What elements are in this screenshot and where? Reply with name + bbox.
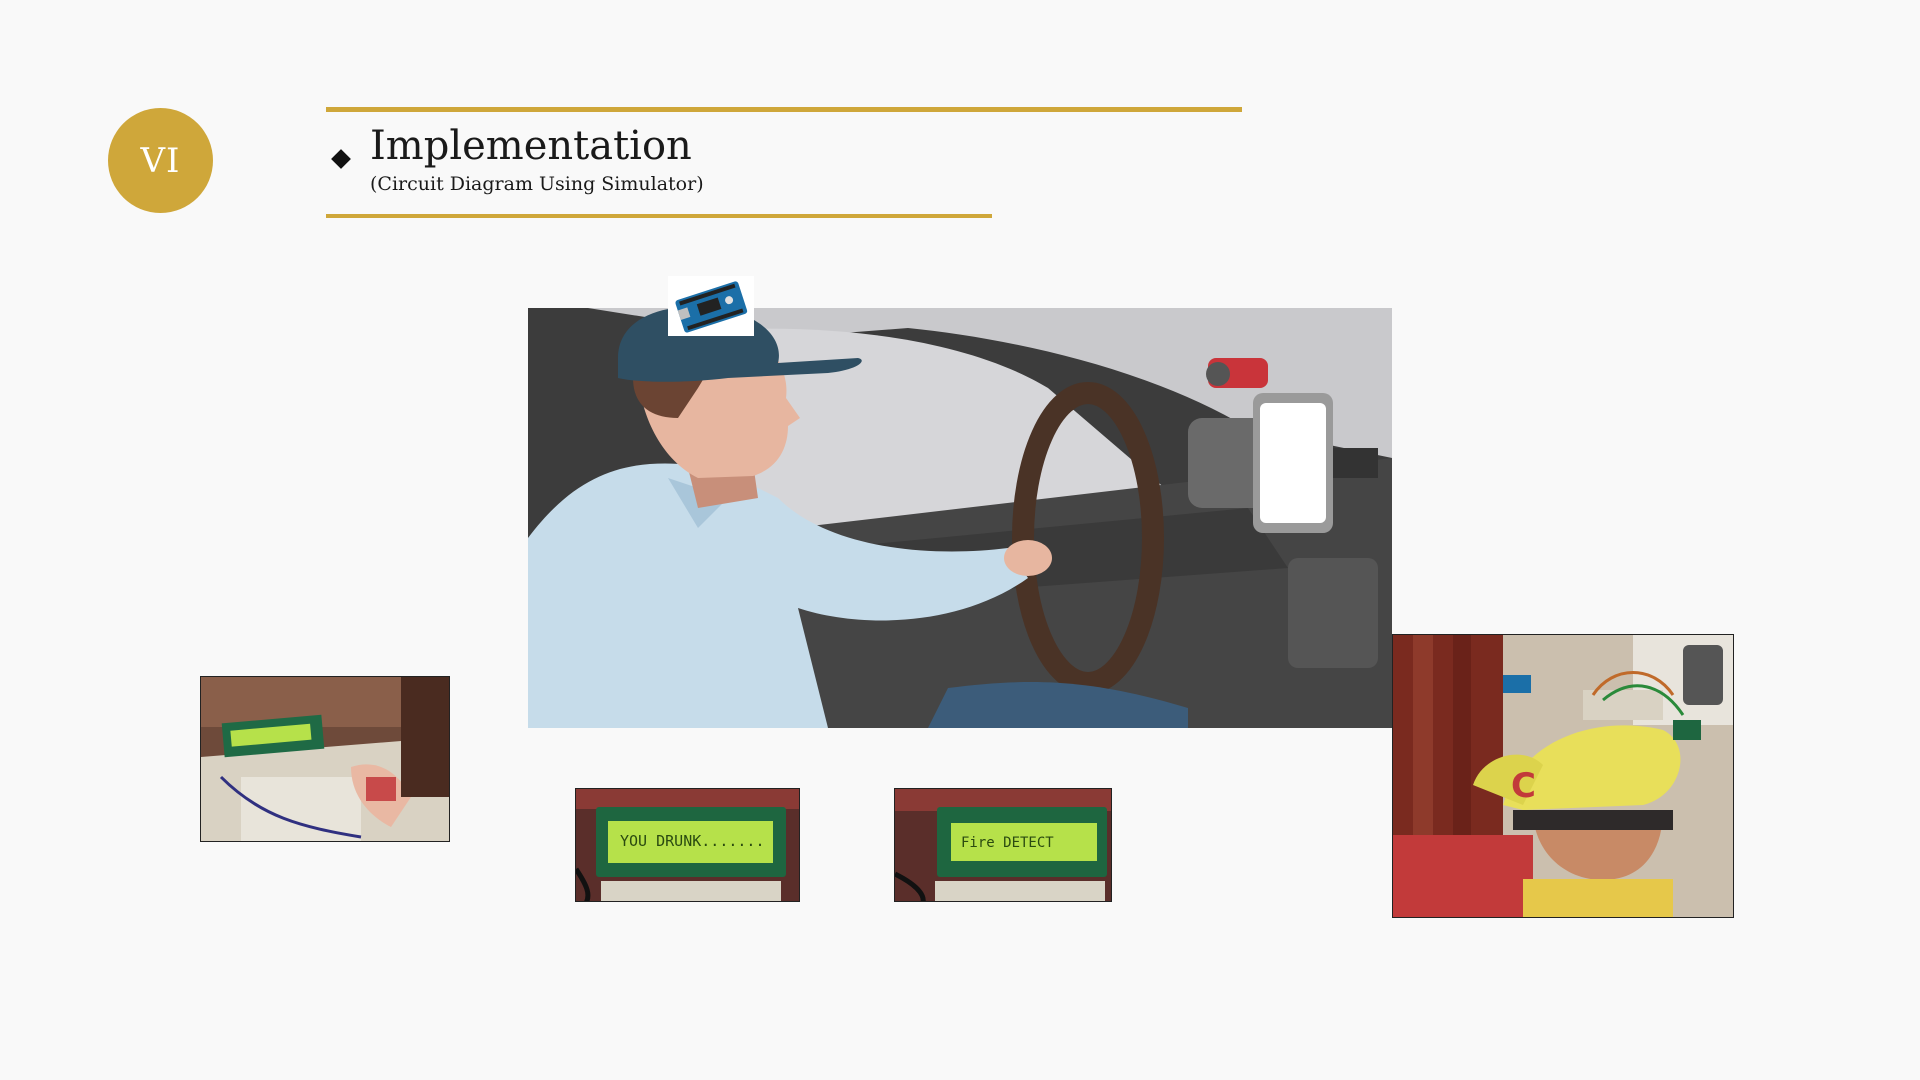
lcd-fire-detect-photo: Fire DETECT: [894, 788, 1112, 902]
helmet-cap-prototype-photo: C: [1392, 634, 1734, 918]
title-rule-bottom: [326, 214, 992, 218]
lcd-you-drunk-photo: YOU DRUNK.......: [575, 788, 800, 902]
slide-title: Implementation: [370, 123, 692, 169]
section-number: VI: [140, 140, 181, 181]
slide: VI Implementation (Circuit Diagram Using…: [0, 0, 1920, 1080]
lcd-you-drunk-text: YOU DRUNK.......: [620, 832, 765, 850]
lcd-fire-detect-text: Fire DETECT: [961, 835, 1054, 851]
arduino-board-image: [668, 276, 754, 336]
title-rule-top: [326, 107, 1242, 112]
section-number-badge: VI: [108, 108, 213, 213]
driver-in-car-illustration: [528, 308, 1392, 728]
slide-subtitle: (Circuit Diagram Using Simulator): [370, 173, 704, 195]
diamond-bullet-icon: [331, 149, 351, 169]
lcd-prototype-photo: [200, 676, 450, 842]
svg-text:C: C: [1511, 766, 1536, 806]
